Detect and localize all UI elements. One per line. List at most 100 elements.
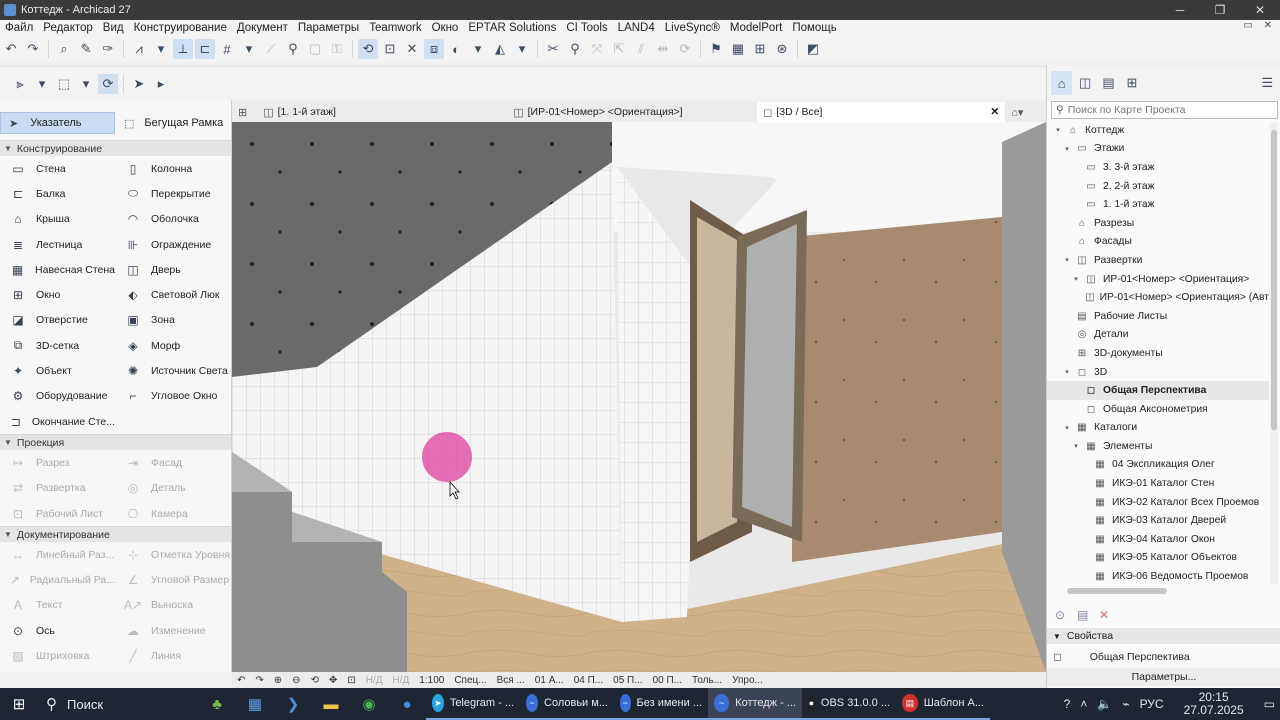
tool-label[interactable]: A↗ Выноска — [115, 593, 230, 618]
tool-slab[interactable]: ⬭ Перекрытие — [115, 181, 230, 206]
tool-angle-dimension[interactable]: ∠ Угловой Размер — [115, 567, 230, 592]
navigator-item[interactable]: ▤ Рабочие Листы — [1047, 307, 1269, 326]
properties-header[interactable]: ▼ Свойства — [1047, 628, 1280, 644]
selection-method-icon[interactable]: ⬚ — [54, 74, 74, 94]
snap-icon[interactable]: ⊏ — [195, 39, 215, 59]
tool-opening[interactable]: ◪ Отверстие — [0, 308, 115, 333]
menu-help[interactable]: Помощь — [787, 22, 841, 34]
3d-filter-icon[interactable]: ◭ — [490, 39, 510, 59]
zoom-in-icon[interactable]: ⊕ — [269, 675, 287, 686]
tool-shell[interactable]: ◠ Оболочка — [115, 207, 230, 232]
menu-edit[interactable]: Редактор — [38, 22, 98, 34]
navigator-search[interactable]: ⚲ Поиск по Карте Проекта — [1051, 101, 1278, 119]
navigator-item[interactable]: ▦ ИКЭ-05 Каталог Объектов — [1047, 549, 1269, 568]
open-view-icon[interactable]: ⊙ — [1055, 608, 1077, 622]
menu-ci-tools[interactable]: CI Tools — [561, 22, 612, 34]
status-simplify[interactable]: Упро... — [727, 675, 768, 686]
tool-lamp[interactable]: ✺ Источник Света — [115, 358, 230, 383]
guide-lines-icon[interactable]: ⟂ — [173, 39, 193, 59]
zoom-out-icon[interactable]: ⊖ — [287, 675, 305, 686]
flag-icon[interactable]: ⚑ — [706, 39, 726, 59]
orbit-icon[interactable]: ⟲ — [306, 675, 324, 686]
expand-triangle-icon[interactable]: ▾ — [1062, 256, 1072, 264]
expand-triangle-icon[interactable]: ▾ — [1053, 126, 1063, 134]
expand-triangle-icon[interactable]: ▾ — [1062, 424, 1072, 432]
minimize-icon[interactable]: ─ — [1160, 0, 1200, 20]
parameters-button[interactable]: Параметры... — [1047, 668, 1280, 686]
taskbar-search[interactable]: ⚲ Поиск — [38, 688, 198, 720]
navigator-item[interactable]: ▭ 2. 2-й этаж — [1047, 177, 1269, 196]
layout-book-icon[interactable]: ▤ — [1098, 71, 1119, 95]
taskbar-app[interactable]: ▤ Шаблон А... — [896, 688, 990, 720]
status-layers[interactable]: Спец... — [449, 675, 491, 686]
arrow-pointer-icon[interactable]: ➤ — [129, 74, 149, 94]
navigator-item[interactable]: ▦ ИКЭ-01 Каталог Стен — [1047, 474, 1269, 493]
tool-railing[interactable]: ⊪ Ограждение — [115, 232, 230, 257]
tool-window[interactable]: ⊞ Окно — [0, 282, 115, 307]
section-document[interactable]: ▼ Документирование — [0, 526, 231, 543]
tab-overview-icon[interactable]: ⊞ — [232, 102, 257, 122]
chevron-down-icon[interactable]: ▾ — [76, 74, 96, 94]
taskbar-app[interactable]: ● OBS 31.0.0 ... — [802, 688, 896, 720]
navigator-item[interactable]: ◻ Общая Перспектива — [1047, 381, 1269, 400]
tool-line[interactable]: ╱ Линия — [115, 643, 230, 668]
publisher-sets-icon[interactable]: ⊞ — [1121, 71, 1142, 95]
navigator-item[interactable]: ▾ ⌂ Коттедж — [1047, 121, 1269, 140]
taskbar-app[interactable]: ~ Соловьи м... — [520, 688, 614, 720]
inject-icon[interactable]: ✑ — [98, 39, 118, 59]
navigator-item[interactable]: ⌂ Фасады — [1047, 233, 1269, 252]
fit-window-icon[interactable]: ⊡ — [342, 675, 360, 686]
redo-zoom-icon[interactable]: ↷ — [250, 675, 268, 686]
taskbar-app[interactable]: ➤ Telegram - ... — [426, 688, 520, 720]
tool-corner-window[interactable]: ⌐ Угловое Окно — [115, 384, 230, 409]
tool-radial-dimension[interactable]: ↗ Радиальный Ра... — [0, 567, 115, 592]
menu-teamwork[interactable]: Teamwork — [364, 22, 426, 34]
stretch-icon[interactable]: ⇱ — [609, 39, 629, 59]
layer-icon[interactable]: ⩘ — [129, 39, 149, 59]
redo-icon[interactable]: ↷ — [23, 39, 43, 59]
tool-change[interactable]: ☁ Изменение — [115, 618, 230, 643]
status-override[interactable]: 04 П... — [569, 675, 608, 686]
move-icon[interactable]: ⤧ — [587, 39, 607, 59]
navigator-menu-icon[interactable]: ☰ — [1257, 71, 1278, 95]
tool-text[interactable]: A Текст — [0, 593, 115, 618]
tool-door[interactable]: ◫ Дверь — [115, 257, 230, 282]
tool-zone[interactable]: ▣ Зона — [115, 308, 230, 333]
chevron-down-icon[interactable]: ▾ — [468, 39, 488, 59]
expand-triangle-icon[interactable]: ▾ — [1071, 275, 1081, 283]
menu-window[interactable]: Окно — [427, 22, 464, 34]
project-map-icon[interactable]: ⌂ — [1051, 71, 1073, 95]
rotate-view-icon[interactable]: ⟳ — [98, 73, 118, 94]
expand-triangle-icon[interactable]: ▾ — [1062, 145, 1072, 153]
menu-eptar[interactable]: EPTAR Solutions — [463, 22, 561, 34]
tool-grid-axis[interactable]: ⊙ Ось — [0, 618, 115, 643]
menu-modelport[interactable]: ModelPort — [725, 22, 787, 34]
tab-interior-elevation[interactable]: ◫ [ИР-01<Номер> <Ориентация>] — [507, 102, 757, 122]
undo-icon[interactable]: ↶ — [1, 39, 21, 59]
navigator-item[interactable]: ▾ ▦ Элементы — [1047, 437, 1269, 456]
bimx-icon[interactable]: ◩ — [803, 39, 823, 59]
tool-dimension[interactable]: ↔ Линейный Раз... — [0, 542, 115, 567]
tool-interior-elevation[interactable]: ⇄ Развертка — [0, 476, 115, 501]
tool-section[interactable]: ↦ Разрез — [0, 450, 115, 475]
status-nd-2[interactable]: Н/Д — [388, 675, 415, 686]
navigator-item[interactable]: ▦ ИКЭ-03 Каталог Дверей — [1047, 511, 1269, 530]
tool-worksheet[interactable]: ⊡ Рабочий Лист — [0, 501, 115, 526]
grid-snap-icon[interactable]: # — [217, 39, 237, 59]
tool-camera[interactable]: ⎔ Камера — [115, 501, 230, 526]
section-viewpoint[interactable]: ▼ Проекция — [0, 434, 231, 451]
group-icon[interactable]: ▢ — [305, 39, 325, 59]
offset-icon[interactable]: ⫽ — [631, 39, 651, 59]
speaker-icon[interactable]: 🔈 — [1092, 697, 1117, 711]
3d-cutaway-icon[interactable]: ⧈ — [424, 39, 444, 59]
tool-mesh[interactable]: ⧉ 3D-сетка — [0, 333, 115, 358]
chevron-down-icon[interactable]: ▾ — [32, 74, 52, 94]
close-icon[interactable]: ✕ — [1240, 0, 1280, 20]
document-window-controls[interactable]: ▭ ✕ — [1243, 20, 1276, 31]
tool-detail[interactable]: ◎ Деталь — [115, 476, 230, 501]
menu-file[interactable]: Файл — [0, 22, 38, 34]
navigator-item[interactable]: ▾ ▦ Каталоги — [1047, 419, 1269, 438]
search-input[interactable]: Поиск по Карте Проекта — [1068, 104, 1186, 116]
schedule-toolbar-icon[interactable]: ▦ — [728, 39, 748, 59]
chrome-icon[interactable]: ◉ — [350, 688, 388, 720]
